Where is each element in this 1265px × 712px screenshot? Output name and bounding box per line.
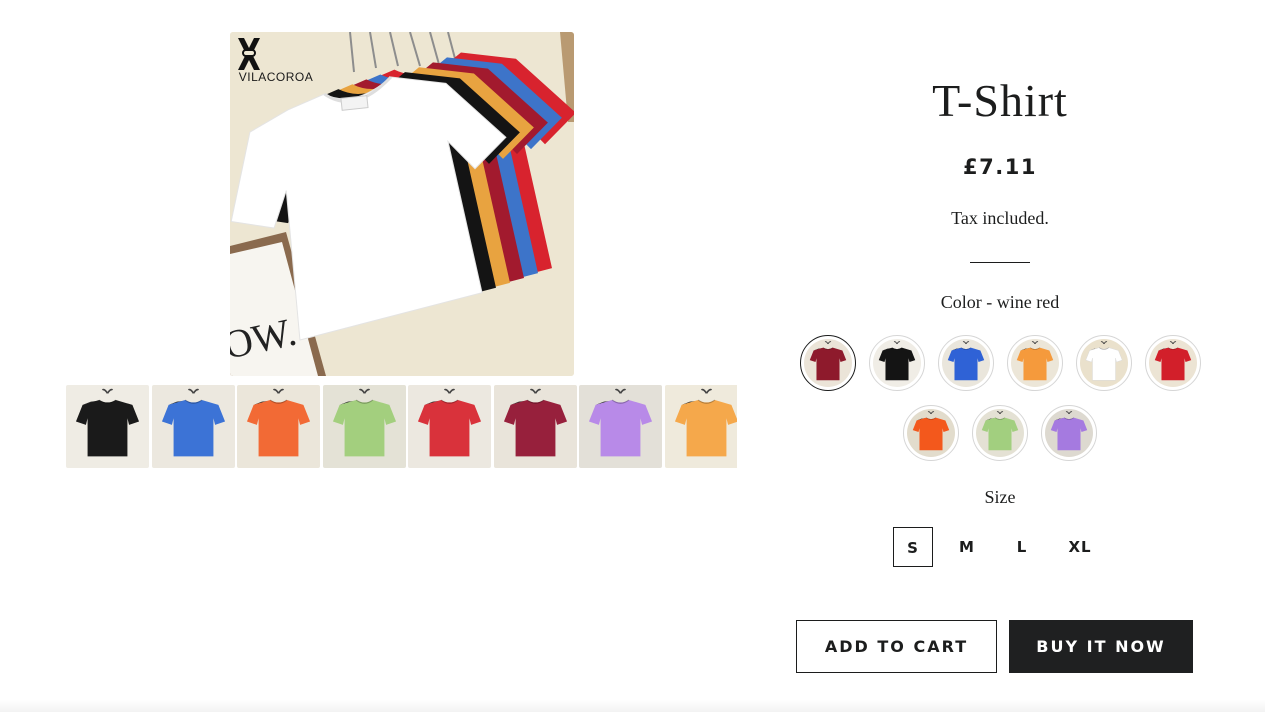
- thumbnail-3[interactable]: [237, 385, 320, 468]
- page-bottom-edge: [0, 700, 1265, 712]
- brand-name: VILACOROA: [238, 70, 314, 84]
- thumbnail-6[interactable]: [493, 385, 577, 468]
- color-swatch-2[interactable]: [868, 335, 925, 391]
- color-swatch-6[interactable]: [1144, 335, 1201, 391]
- thumbnail-4[interactable]: [322, 385, 406, 468]
- thumbnail-strip[interactable]: [66, 385, 737, 469]
- tax-note: Tax included.: [951, 208, 1049, 228]
- size-option-xl[interactable]: XL: [1058, 527, 1102, 567]
- product-price: £7.11: [963, 155, 1037, 179]
- thumbnail-7[interactable]: [579, 385, 662, 468]
- color-swatch-1[interactable]: [799, 335, 856, 391]
- color-swatch-9[interactable]: [1041, 405, 1097, 461]
- buy-it-now-button[interactable]: BUY IT NOW: [1009, 620, 1193, 673]
- color-swatch-4[interactable]: [1006, 335, 1063, 391]
- size-option-l[interactable]: L: [1004, 527, 1040, 567]
- size-option-m[interactable]: M: [948, 527, 986, 567]
- thumbnail-5[interactable]: [408, 385, 491, 468]
- add-to-cart-button[interactable]: ADD TO CART: [796, 620, 997, 673]
- product-title: T-Shirt: [932, 75, 1068, 126]
- color-swatch-3[interactable]: [937, 335, 994, 391]
- brand-logo-icon: [238, 38, 260, 70]
- thumbnail-2[interactable]: [151, 385, 235, 468]
- color-swatch-8[interactable]: [972, 405, 1028, 461]
- color-label: Color - wine red: [940, 292, 1060, 312]
- color-swatch-7[interactable]: [903, 405, 959, 461]
- size-label: Size: [984, 487, 1016, 507]
- size-option-s[interactable]: S: [893, 527, 933, 567]
- color-swatch-5[interactable]: [1075, 335, 1132, 391]
- main-product-image[interactable]: OW. VILACOROA: [230, 32, 574, 376]
- thumbnail-8[interactable]: [664, 385, 737, 468]
- brand-logo: VILACOROA: [234, 36, 318, 84]
- divider: [970, 262, 1030, 263]
- thumbnail-1[interactable]: [66, 385, 149, 468]
